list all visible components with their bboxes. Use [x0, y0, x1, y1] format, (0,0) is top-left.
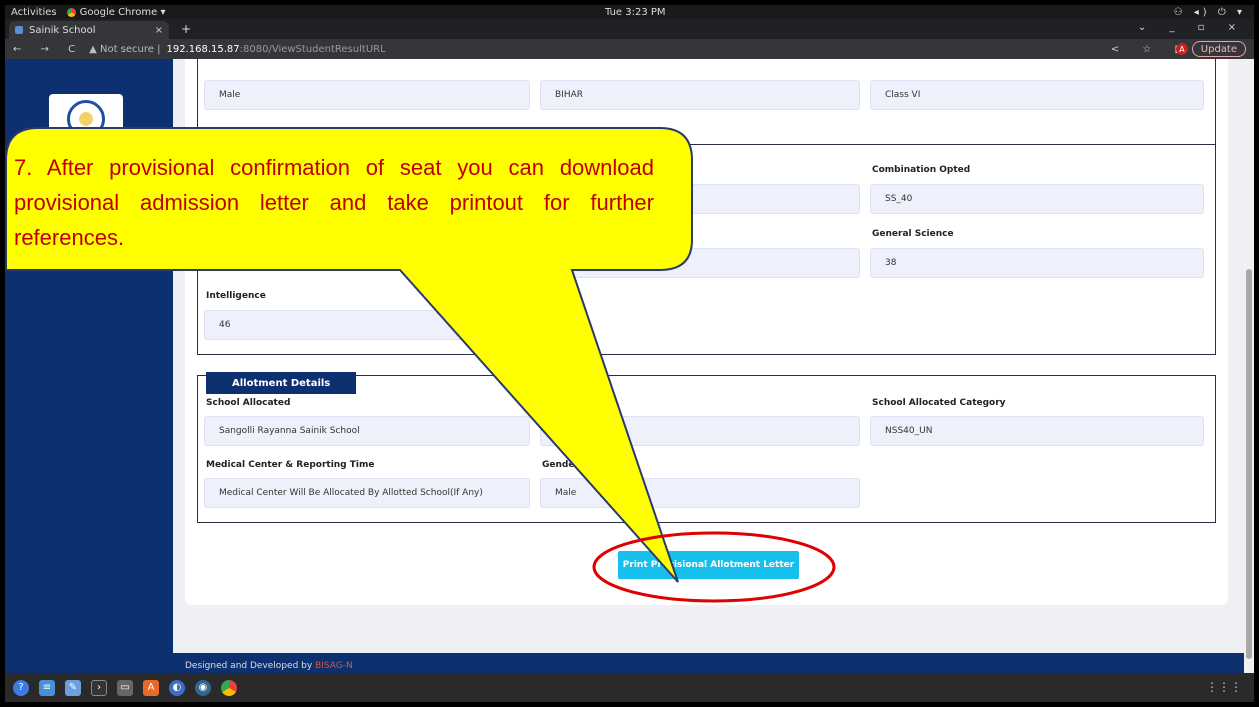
intelligence-field: 46	[204, 310, 530, 340]
tab-close-icon[interactable]: ×	[155, 25, 163, 36]
hidden-field-3	[540, 416, 860, 446]
chrome-icon	[66, 7, 76, 17]
chrome-icon[interactable]	[221, 679, 237, 696]
nav-buttons[interactable]: ← → C	[5, 44, 83, 55]
window-controls[interactable]: ⌄ _ ▫ ×	[1138, 22, 1246, 33]
combination-field: SS_40	[870, 184, 1204, 214]
category-label: School Allocated Category	[872, 398, 1006, 408]
footer-text: Designed and Developed by	[185, 661, 316, 671]
software-icon[interactable]: A	[143, 679, 159, 696]
school-allocated-field: Sangolli Rayanna Sainik School	[204, 416, 530, 446]
profile-avatar[interactable]: A	[1176, 43, 1188, 55]
general-science-label: General Science	[872, 229, 954, 239]
browser-icon[interactable]: ◐	[169, 679, 185, 696]
personal-details-section: Male BIHAR Class VI	[197, 59, 1216, 151]
app-grid-icon[interactable]: ⋮⋮⋮	[1206, 680, 1242, 694]
url-host[interactable]: 192.168.15.87	[166, 44, 239, 55]
gender-field: Male	[204, 80, 530, 110]
combination-label: Combination Opted	[872, 165, 971, 175]
system-tray[interactable]: ⚇ ◂) ⏻ ▾	[1174, 7, 1246, 18]
activities-button[interactable]: Activities	[5, 7, 57, 18]
class-field: Class VI	[870, 80, 1204, 110]
result-card: Male BIHAR Class VI Combination Opted SS…	[185, 59, 1228, 605]
state-field: BIHAR	[540, 80, 860, 110]
tab-title: Sainik School	[29, 24, 96, 36]
url-path[interactable]: :8080/ViewStudentResultURL	[240, 44, 386, 55]
page-scrollbar[interactable]	[1244, 59, 1254, 673]
school-logo	[49, 94, 123, 144]
tab-strip: Sainik School × + ⌄ _ ▫ ×	[5, 19, 1254, 39]
print-allotment-letter-button[interactable]: Print Provisional Allotment Letter	[618, 551, 799, 579]
callout-text: 7. After provisional confirmation of sea…	[14, 155, 654, 250]
notes-icon[interactable]: ✎	[65, 679, 81, 696]
browser-tab[interactable]: Sainik School ×	[9, 21, 169, 39]
page-footer: Designed and Developed by BISAG-N	[173, 653, 1254, 673]
app-menu-label: Google Chrome ▾	[79, 6, 166, 18]
update-button[interactable]: Update	[1191, 41, 1246, 57]
clock[interactable]: Tue 3:23 PM	[605, 7, 666, 18]
allotment-section-title: Allotment Details	[206, 372, 357, 394]
system-dock: ? ≡ ✎ › ▭ A ◐ ◉ ⋮⋮⋮	[5, 673, 1254, 702]
medical-center-field: Medical Center Will Be Allocated By Allo…	[204, 478, 530, 508]
text-editor-icon[interactable]: ≡	[39, 679, 55, 696]
favicon-icon	[15, 26, 23, 34]
school-allocated-label: School Allocated	[206, 398, 291, 408]
address-bar: ← → C ▲ Not secure | 192.168.15.87 :8080…	[5, 39, 1254, 59]
not-secure-badge[interactable]: ▲ Not secure |	[89, 44, 160, 55]
system-top-bar: Activities Google Chrome ▾ Tue 3:23 PM ⚇…	[5, 5, 1254, 19]
files-icon[interactable]: ▭	[117, 679, 133, 696]
gender-allocated-field: Male	[540, 478, 860, 508]
emblem-icon	[67, 100, 105, 138]
new-tab-button[interactable]: +	[181, 22, 191, 36]
app-menu[interactable]: Google Chrome ▾	[66, 6, 166, 18]
footer-brand-link[interactable]: BISAG-N	[315, 661, 353, 671]
terminal-icon[interactable]: ›	[91, 679, 107, 696]
gender-allocated-label: Gender A	[542, 460, 589, 470]
general-science-field: 38	[870, 248, 1204, 278]
help-icon[interactable]: ?	[13, 679, 29, 696]
allotment-section: Allotment Details School Allocated Sango…	[197, 372, 1216, 523]
scrollbar-thumb[interactable]	[1246, 269, 1252, 659]
category-field: NSS40_UN	[870, 416, 1204, 446]
medical-center-label: Medical Center & Reporting Time	[206, 460, 375, 470]
database-icon[interactable]: ◉	[195, 679, 211, 696]
intelligence-label: Intelligence	[206, 291, 266, 301]
